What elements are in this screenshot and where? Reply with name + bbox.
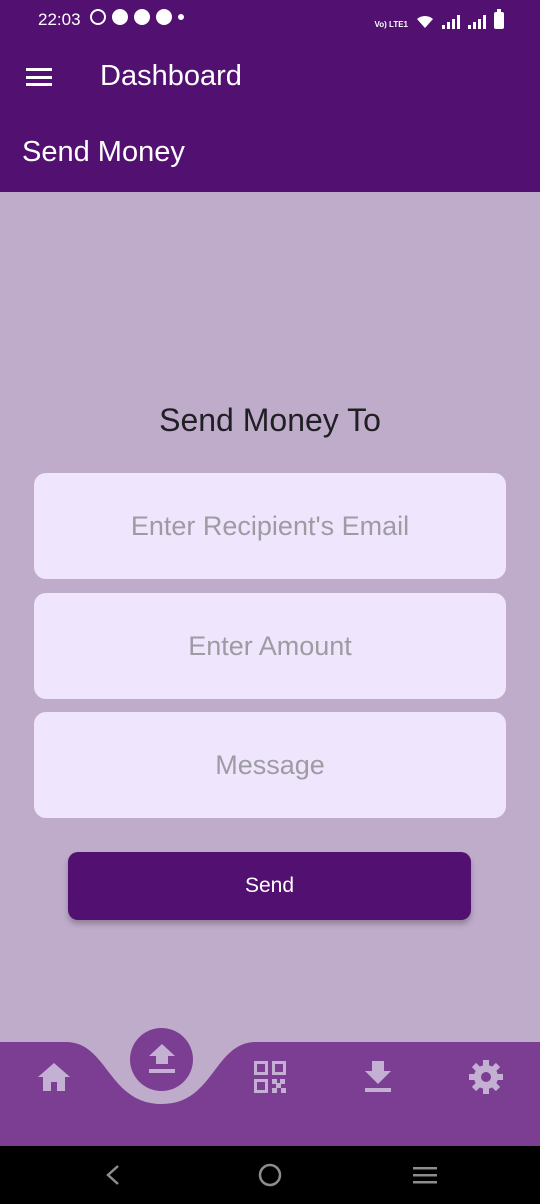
message-field[interactable] [34, 712, 506, 818]
recipient-email-field[interactable] [34, 473, 506, 579]
notification-icons [90, 9, 184, 25]
system-navigation-bar [0, 1146, 540, 1204]
status-bar: 22:03 Vo) LTE1 [0, 0, 540, 38]
compass-icon [156, 9, 172, 25]
upload-icon [149, 1044, 175, 1073]
signal-icon [442, 15, 460, 29]
dot-icon [178, 14, 184, 20]
send-button[interactable]: Send [68, 852, 471, 920]
wifi-icon [417, 15, 433, 28]
back-icon[interactable] [104, 1164, 122, 1186]
whatsapp-icon [90, 9, 106, 25]
hamburger-menu-icon[interactable] [26, 68, 52, 86]
send-nav-button[interactable] [130, 1028, 193, 1091]
signal-icon [468, 15, 486, 29]
form-heading: Send Money To [159, 402, 381, 438]
qr-code-icon[interactable] [254, 1061, 286, 1093]
app-bar: Dashboard [0, 38, 540, 116]
home-circle-icon[interactable] [258, 1163, 282, 1187]
page-title: Send Money [22, 136, 185, 168]
download-icon[interactable] [364, 1061, 392, 1093]
compass-icon [134, 9, 150, 25]
messenger-icon [112, 9, 128, 25]
amount-field[interactable] [34, 593, 506, 699]
battery-icon [494, 9, 504, 29]
status-time: 22:03 [38, 10, 81, 29]
system-status-icons: Vo) LTE1 [375, 9, 504, 29]
home-icon[interactable] [37, 1061, 71, 1093]
app-title: Dashboard [100, 60, 242, 92]
gear-icon[interactable] [468, 1059, 504, 1095]
recents-icon[interactable] [412, 1165, 438, 1185]
page-header: Send Money [0, 116, 540, 192]
volte-icon: Vo) LTE1 [374, 20, 408, 29]
